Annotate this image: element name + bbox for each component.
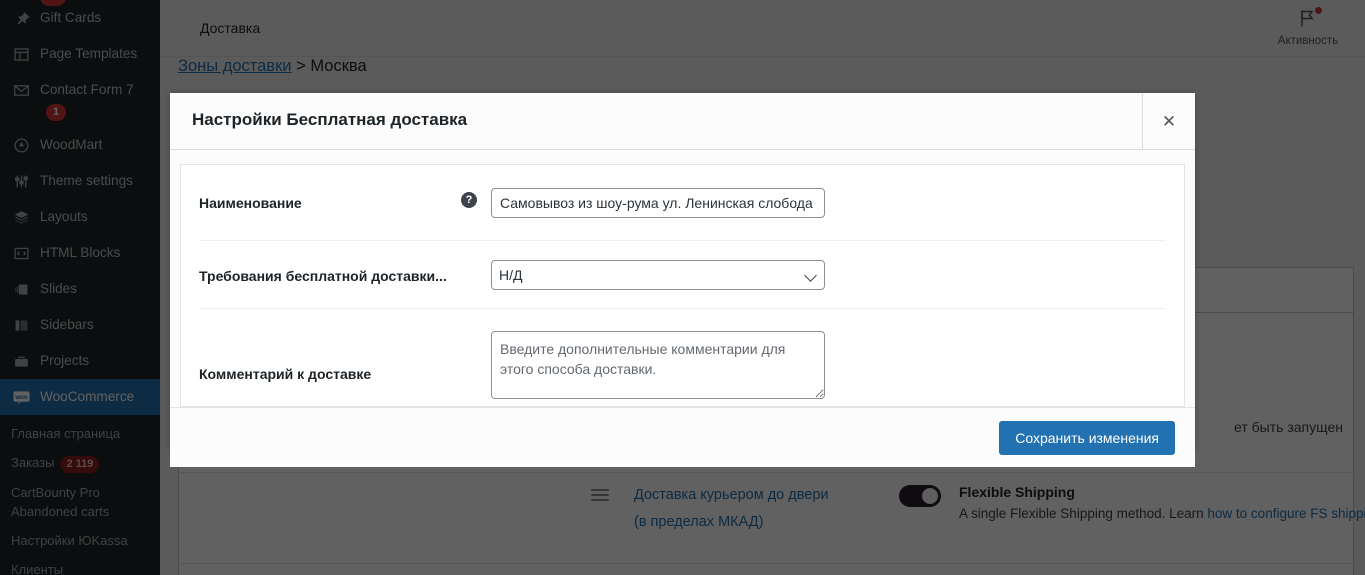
shipping-method-settings-modal: Настройки Бесплатная доставка ✕ Наименов… — [170, 93, 1195, 467]
name-input[interactable] — [491, 188, 825, 218]
comment-field-label: Комментарий к доставке — [199, 366, 372, 382]
help-tip-icon[interactable]: ? — [461, 192, 477, 208]
comment-textarea[interactable] — [491, 331, 825, 399]
modal-footer: Сохранить изменения — [170, 407, 1195, 467]
name-field-control: ? — [461, 188, 1166, 218]
comment-field-control — [491, 331, 1166, 404]
field-row-name: Наименование ? — [199, 165, 1166, 241]
requirement-select-wrap: Н/Д — [491, 260, 825, 290]
field-row-requirement: Требования бесплатной доставки... Н/Д — [199, 241, 1166, 309]
requirement-select[interactable]: Н/Д — [491, 260, 825, 290]
save-button[interactable]: Сохранить изменения — [999, 421, 1175, 455]
name-field-label: Наименование — [199, 195, 302, 211]
settings-form: Наименование ? Требования бесплатной дос… — [180, 164, 1185, 407]
screen-root: 26 Gift Cards Page Templates Contact For… — [0, 0, 1365, 575]
requirement-field-control: Н/Д — [491, 260, 1166, 290]
modal-title: Настройки Бесплатная доставка — [192, 110, 468, 129]
modal-body: Наименование ? Требования бесплатной дос… — [170, 150, 1195, 407]
close-icon[interactable]: ✕ — [1142, 93, 1195, 149]
requirement-field-label: Требования бесплатной доставки... — [199, 268, 447, 284]
modal-header: Настройки Бесплатная доставка ✕ — [170, 93, 1195, 150]
